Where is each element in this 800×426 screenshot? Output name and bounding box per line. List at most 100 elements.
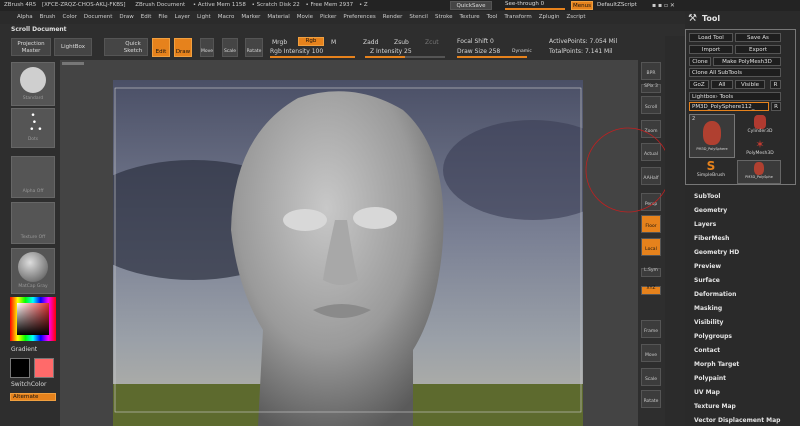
section-uv-map[interactable]: UV Map [694,389,720,396]
menu-document[interactable]: Document [84,14,113,20]
tool-thumb-cylinder[interactable]: Cylinder3D [740,114,780,136]
seethrough-label[interactable]: See-through 0 [505,1,544,7]
visible-button[interactable]: Visible [735,80,765,89]
menu-texture[interactable]: Texture [460,14,480,20]
menu-material[interactable]: Material [267,14,289,20]
menu-marker[interactable]: Marker [241,14,260,20]
edit-button[interactable]: Edit [152,38,170,57]
tool-thumb-polysphere-small[interactable]: PM3D_PolySphe [737,160,781,184]
zcut-button[interactable]: Zcut [425,39,439,46]
scale-button[interactable]: Scale [641,368,661,386]
menu-transform[interactable]: Transform [504,14,531,20]
focal-shift-slider[interactable]: Focal Shift 0 [457,38,494,45]
brush-slot[interactable]: Standard [11,62,55,106]
tool-thumb-polysphere[interactable]: 2 PM3D_PolySphere [689,114,735,158]
menu-macro[interactable]: Macro [218,14,235,20]
canvas-scroll-handle[interactable] [62,62,84,65]
rgb-intensity-slider[interactable]: Rgb Intensity 100 [270,48,323,55]
switchcolor-button[interactable]: SwitchColor [11,381,47,388]
section-surface[interactable]: Surface [694,277,720,284]
section-geometry-hd[interactable]: Geometry HD [694,249,739,256]
section-texture-map[interactable]: Texture Map [694,403,736,410]
bpr-button[interactable]: BPR [641,62,661,80]
seethrough-slider[interactable] [505,8,565,10]
make-polymesh-button[interactable]: Make PolyMesh3D [713,57,781,66]
all-button[interactable]: All [711,80,733,89]
default-zscript[interactable]: DefaultZScript [597,2,637,8]
menu-layer[interactable]: Layer [175,14,190,20]
zadd-button[interactable]: Zadd [363,39,378,46]
rgb-button[interactable]: Rgb [298,37,324,46]
section-polypaint[interactable]: Polypaint [694,375,726,382]
section-subtool[interactable]: SubTool [694,193,720,200]
scale-button[interactable]: Scale [222,38,238,57]
current-tool-field[interactable]: PM3D_PolySphere112_ [689,102,769,111]
xyz-button[interactable]: XYZ [641,286,661,295]
section-preview[interactable]: Preview [694,263,721,270]
alternate-button[interactable]: Alternate [10,393,56,401]
alpha-slot[interactable]: Alpha Off [11,156,55,198]
menu-color[interactable]: Color [63,14,77,20]
menu-draw[interactable]: Draw [119,14,133,20]
lightbox-tools-button[interactable]: Lightbox› Tools [689,92,781,101]
frame-button[interactable]: Frame [641,320,661,338]
quick-sketch-button[interactable]: Quick Sketch [104,38,148,56]
menu-render[interactable]: Render [383,14,403,20]
import-button[interactable]: Import [689,45,733,54]
section-polygroups[interactable]: Polygroups [694,333,732,340]
gradient-toggle[interactable]: Gradient [11,346,37,353]
section-layers[interactable]: Layers [694,221,716,228]
menu-zplugin[interactable]: Zplugin [539,14,560,20]
section-deformation[interactable]: Deformation [694,291,736,298]
stroke-slot[interactable]: • • • • Dots [11,108,55,148]
projection-master-button[interactable]: Projection Master [11,38,51,56]
texture-slot[interactable]: Texture Off [11,202,55,244]
move-button[interactable]: Move [200,38,214,57]
menu-tool[interactable]: Tool [487,14,498,20]
rotate-button[interactable]: Rotate [245,38,263,57]
dynamic-button[interactable]: Dynamic [512,49,532,54]
section-vector-displacement-map[interactable]: Vector Displacement Map [694,417,780,424]
draw-size-slider[interactable]: Draw Size 258 [457,48,500,55]
menu-movie[interactable]: Movie [297,14,313,20]
load-tool-button[interactable]: Load Tool [689,33,733,42]
window-controls[interactable]: ▪ ▪ ▫ ✕ [652,2,675,9]
section-morph-target[interactable]: Morph Target [694,361,739,368]
export-button[interactable]: Export [735,45,781,54]
menu-stencil[interactable]: Stencil [409,14,428,20]
menu-edit[interactable]: Edit [141,14,152,20]
menu-brush[interactable]: Brush [40,14,56,20]
menu-alpha[interactable]: Alpha [17,14,33,20]
menu-zscript[interactable]: Zscript [566,14,585,20]
lsym-button[interactable]: L.Sym [641,268,661,277]
menu-preferences[interactable]: Preferences [343,14,375,20]
menu-light[interactable]: Light [197,14,211,20]
spix-button[interactable]: SPix 3 [641,84,661,93]
main-color-swatch[interactable] [10,358,30,378]
move-button[interactable]: Move [641,344,661,362]
clone-all-subtools-button[interactable]: Clone All SubTools [689,68,781,77]
menu-stroke[interactable]: Stroke [435,14,453,20]
section-geometry[interactable]: Geometry [694,207,727,214]
tool-thumb-polymesh[interactable]: ✶ PolyMesh3D [740,139,780,161]
secondary-color-swatch[interactable] [34,358,54,378]
lightbox-button[interactable]: LightBox [54,38,92,56]
menu-file[interactable]: File [158,14,167,20]
r2-button[interactable]: R [771,102,781,111]
menu-picker[interactable]: Picker [320,14,336,20]
section-fibermesh[interactable]: FiberMesh [694,235,729,242]
mrgb-button[interactable]: Mrgb [272,39,287,46]
rotate-button[interactable]: Rotate [641,390,661,408]
menus-button[interactable]: Menus [571,1,593,10]
local-button[interactable]: Local [641,238,661,256]
z-intensity-slider[interactable]: Z Intensity 25 [370,48,412,55]
save-as-button[interactable]: Save As [735,33,781,42]
m-button[interactable]: M [331,39,336,46]
r-button[interactable]: R [770,80,781,89]
material-slot[interactable]: MatCap Gray [11,248,55,294]
color-picker[interactable] [10,297,56,341]
goz-button[interactable]: GoZ [689,80,709,89]
section-contact[interactable]: Contact [694,347,720,354]
draw-button[interactable]: Draw [174,38,192,57]
section-visibility[interactable]: Visibility [694,319,723,326]
